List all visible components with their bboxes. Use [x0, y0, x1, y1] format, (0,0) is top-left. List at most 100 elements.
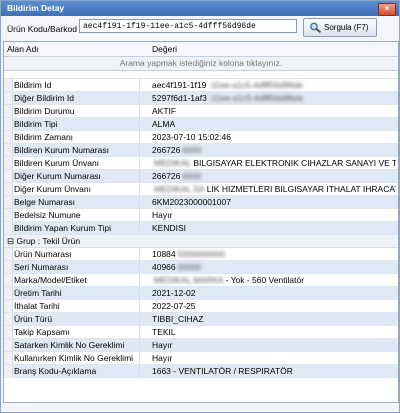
row-field-value: Hayır [152, 209, 396, 221]
table-row[interactable]: Bildiren Kurum Ünvanı MEDIKAL BILGISAYAR E… [4, 157, 398, 170]
column-header-value[interactable]: Değeri [152, 42, 177, 56]
row-field-name: Bedelsiz Numune [14, 209, 140, 221]
row-gutter [4, 326, 13, 338]
table-row[interactable]: Bildirim Tipi ALMA [4, 118, 398, 131]
table-row[interactable]: Takip Kapsamı TEKIL [4, 326, 398, 339]
group-row[interactable]: ⊟ Grup : Tekil Ürün [4, 235, 398, 248]
table-row[interactable]: Bildirim Id aec4f191-1f19 -11ee-a1c5-4dfff… [4, 79, 398, 92]
row-gutter [4, 222, 13, 234]
search-button-label: Sorgula (F7) [324, 23, 369, 32]
row-field-value: 266726 6000 [152, 144, 396, 156]
product-rows: Ürün Numarası 10884 5000000000 Seri Numaras… [4, 248, 398, 378]
table-row[interactable]: Marka/Model/Etiket MEDIKAL MARKA - Yok - 5… [4, 274, 398, 287]
group-collapse-icon[interactable]: ⊟ [7, 236, 14, 246]
value-part: 40966 [152, 262, 176, 272]
value-part: Hayır [152, 340, 173, 350]
row-field-value: 40966 00000 [152, 261, 396, 273]
title-bar: Bildirim Detay × [1, 1, 399, 16]
barcode-input[interactable]: aec4f191-1f19-11ee-a1c5-4dfff56d96de [79, 19, 297, 33]
row-field-value: 2022-07-25 [152, 300, 396, 312]
row-field-value: 2023-07-10 15:02:46 [152, 131, 396, 143]
table-row[interactable]: Diğer Bildirim Id 5297f6d1-1af3 -11ee-a1c5… [4, 92, 398, 105]
close-icon: × [384, 4, 390, 13]
table-row[interactable]: Diğer Kurum Numarası 266726 6000 [4, 170, 398, 183]
table-row[interactable]: Ürün Numarası 10884 5000000000 [4, 248, 398, 261]
row-field-name: Kullanırken Kimlik No Gereklimi [14, 352, 140, 364]
column-header-name[interactable]: Alan Adı [7, 42, 39, 56]
column-search-hint[interactable]: Arama yapmak istediğiniz kolona tıklayın… [4, 57, 398, 71]
table-row[interactable]: Belge Numarası 6KM2023000001007 [4, 196, 398, 209]
search-button[interactable]: Sorgula (F7) [303, 18, 377, 37]
value-part: 10884 [152, 249, 176, 259]
row-field-name: İthalat Tarihi [14, 300, 140, 312]
value-part: Hayır [152, 210, 173, 220]
value-part: TEKIL [152, 327, 176, 337]
value-part: 1663 - VENTILATÖR / RESPIRATÖR [152, 366, 293, 376]
row-field-name: Satarken Kimlik No Gereklimi [14, 339, 140, 351]
row-field-value: 10884 5000000000 [152, 248, 396, 260]
row-field-name: Bildirim Id [14, 79, 140, 91]
row-field-value: 6KM2023000001007 [152, 196, 396, 208]
row-gutter [4, 105, 13, 117]
table-row[interactable]: Bildirim Durumu AKTIF [4, 105, 398, 118]
redacted-value-part: MEDIKAL SA [154, 184, 205, 194]
row-field-name: Branş Kodu-Açıklama [14, 365, 140, 377]
row-gutter [4, 157, 13, 169]
value-part: 2022-07-25 [152, 301, 196, 311]
search-toolbar: Ürün Kodu/Barkod aec4f191-1f19-11ee-a1c5… [1, 16, 399, 40]
redacted-value-part: 00000 [177, 262, 202, 272]
value-part-suffix: BILGISAYAR ELEKTRONIK CIHAZLAR SANAYI VE… [193, 158, 396, 168]
table-row[interactable]: Ürün Türü TIBBI_CIHAZ [4, 313, 398, 326]
row-field-name: Bildiren Kurum Numarası [14, 144, 140, 156]
table-row[interactable]: Üretim Tarihi 2021-12-02 [4, 287, 398, 300]
grid-header: Alan Adı Değeri [4, 42, 398, 57]
row-field-name: Takip Kapsamı [14, 326, 140, 338]
redacted-value-part: 6000 [182, 171, 202, 181]
row-gutter [4, 183, 13, 195]
row-gutter [4, 170, 13, 182]
row-gutter [4, 313, 13, 325]
row-field-name: Diğer Kurum Ünvanı [14, 183, 140, 195]
row-gutter [4, 248, 13, 260]
table-row[interactable]: Branş Kodu-Açıklama 1663 - VENTILATÖR / R… [4, 365, 398, 378]
table-row[interactable]: Bedelsiz Numune Hayır [4, 209, 398, 222]
row-field-value: KENDISI [152, 222, 396, 234]
table-row[interactable]: İthalat Tarihi 2022-07-25 [4, 300, 398, 313]
value-part: 5297f6d1-1af3 [152, 93, 207, 103]
row-field-name: Bildirim Tipi [14, 118, 140, 130]
value-part: KENDISI [152, 223, 187, 233]
table-row[interactable]: Kullanırken Kimlik No Gereklimi Hayır [4, 352, 398, 365]
table-row[interactable]: Diğer Kurum Ünvanı MEDIKAL SA LIK HIZMETLE… [4, 183, 398, 196]
row-gutter [4, 118, 13, 130]
table-row[interactable]: Bildirim Yapan Kurum Tipi KENDISI [4, 222, 398, 235]
row-field-value: 266726 6000 [152, 170, 396, 182]
value-part: aec4f191-1f19 [152, 80, 207, 90]
redacted-value-part: -11ee-a1c5-4dfff56d96de [208, 93, 304, 103]
row-field-name: Diğer Bildirim Id [14, 92, 140, 104]
row-gutter [4, 131, 13, 143]
table-row[interactable]: Seri Numarası 40966 00000 [4, 261, 398, 274]
row-gutter [4, 92, 13, 104]
grid-spacer [4, 71, 398, 79]
value-part: ALMA [152, 119, 176, 129]
row-field-value: MEDIKAL MARKA - Yok - 560 Ventilatör [152, 274, 396, 286]
table-row[interactable]: Satarken Kimlik No Gereklimi Hayır [4, 339, 398, 352]
table-row[interactable]: Bildirim Zamanı 2023-07-10 15:02:46 [4, 131, 398, 144]
value-part: Hayır [152, 353, 173, 363]
redacted-value-part: 6000 [182, 145, 202, 155]
row-gutter [4, 196, 13, 208]
redacted-value-part: MEDIKAL MARKA [154, 275, 224, 285]
row-field-value: Hayır [152, 339, 396, 351]
row-field-name: Bildirim Durumu [14, 105, 140, 117]
row-field-value: TEKIL [152, 326, 396, 338]
row-gutter [4, 144, 13, 156]
row-field-name: Diğer Kurum Numarası [14, 170, 140, 182]
notification-rows: Bildirim Id aec4f191-1f19 -11ee-a1c5-4dfff… [4, 79, 398, 235]
close-button[interactable]: × [378, 3, 396, 16]
row-field-name: Üretim Tarihi [14, 287, 140, 299]
row-gutter [4, 339, 13, 351]
value-part: 266726 [152, 171, 181, 181]
value-part: TIBBI_CIHAZ [152, 314, 204, 324]
table-row[interactable]: Bildiren Kurum Numarası 266726 6000 [4, 144, 398, 157]
barcode-label: Ürün Kodu/Barkod [7, 24, 77, 34]
